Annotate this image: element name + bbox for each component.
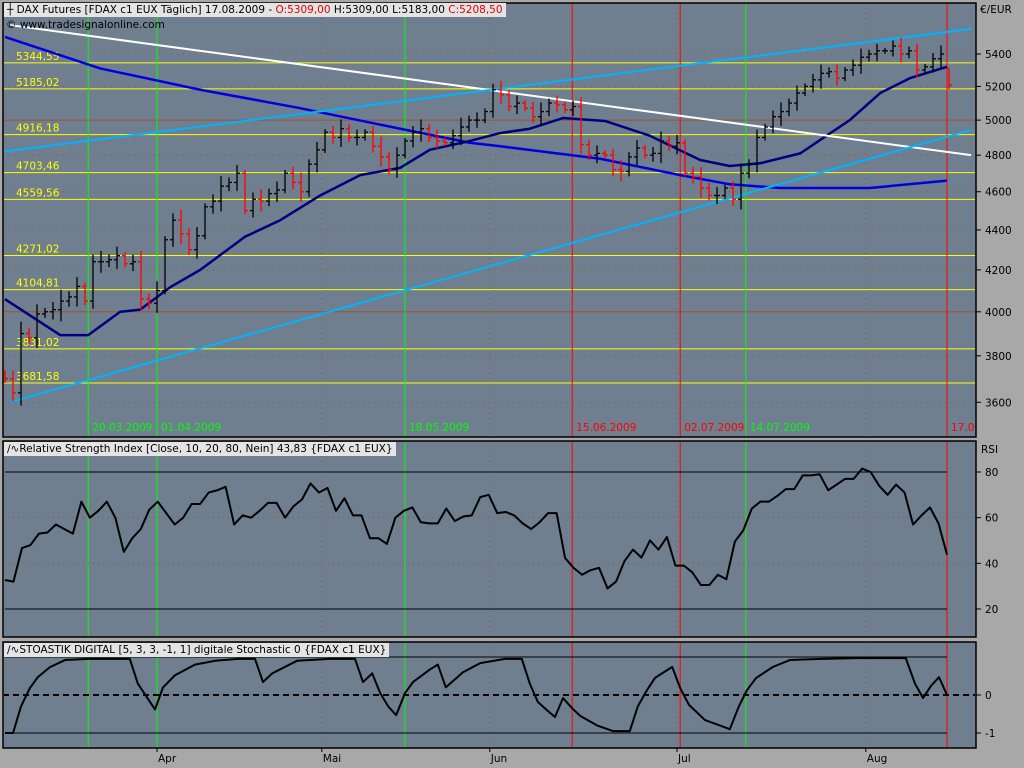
level-label: 4916,18	[16, 123, 59, 135]
legend-open: O:5309,00	[275, 4, 331, 16]
y-tick-label: 4200	[985, 265, 1012, 277]
stoch-legend: ∕∿STOASTIK DIGITAL [5, 3, 3, -1, 1] digi…	[4, 643, 390, 657]
price-legend: ┼ DAX Futures [FDAX c1 EUX Täglich] 17.0…	[4, 3, 506, 17]
y-tick-label: 4400	[985, 225, 1012, 237]
y-tick-label: 3600	[985, 397, 1012, 409]
event-date-label: 20.03.2009	[92, 422, 152, 434]
legend-prefix: DAX Futures [FDAX c1 EUX Täglich] 17.08.…	[16, 4, 276, 16]
panel-rsi	[2, 440, 977, 638]
month-label: Aug	[867, 753, 888, 765]
rsi-tick-label: 20	[985, 604, 998, 616]
level-label: 4559,56	[16, 187, 60, 199]
rsi-legend-text: Relative Strength Index [Close, 10, 20, …	[19, 443, 393, 455]
month-label: Jun	[490, 753, 507, 765]
level-label: 4703,46	[16, 161, 60, 173]
crosshair-icon: ┼	[7, 4, 14, 16]
event-date-label: 17.08.2009	[951, 422, 1011, 434]
rsi-legend: ∕∿Relative Strength Index [Close, 10, 20…	[4, 442, 396, 456]
y-tick-label: 4600	[985, 187, 1012, 199]
month-label: Apr	[158, 753, 177, 765]
y-tick-label: 5200	[985, 81, 1012, 93]
legend-close: C:5208,50	[448, 4, 503, 16]
level-label: 3681,58	[16, 371, 59, 383]
legend-high-low: H:5309,00 L:5183,00	[330, 4, 449, 16]
level-label: 4104,81	[16, 278, 59, 290]
rsi-axis-title: RSI	[981, 444, 998, 456]
y-tick-label: 4000	[985, 307, 1012, 319]
event-date-label: 02.07.2009	[684, 422, 744, 434]
y-tick-label: 5000	[985, 115, 1012, 127]
rsi-tick-label: 60	[985, 513, 998, 525]
event-date-label: 15.06.2009	[576, 422, 636, 434]
level-label: 5185,02	[16, 77, 59, 89]
rsi-tick-label: 40	[985, 558, 998, 570]
level-label: 4271,02	[16, 243, 59, 255]
y-tick-label: 3800	[985, 351, 1012, 363]
stoch-legend-text: STOASTIK DIGITAL [5, 3, 3, -1, 1] digita…	[19, 644, 387, 656]
watermark: © www.tradesignalonline.com	[6, 19, 165, 31]
month-label: Jul	[677, 753, 691, 765]
stoch-tick-label: 0	[985, 690, 992, 702]
level-label: 3831,02	[16, 337, 59, 349]
indicator-icon: ∕∿	[7, 443, 20, 455]
rsi-tick-label: 80	[985, 467, 998, 479]
indicator-icon: ∕∿	[7, 644, 20, 656]
y-axis-unit: €/EUR	[980, 4, 1012, 16]
event-date-label: 18.05.2009	[409, 422, 469, 434]
event-date-label: 14.07.2009	[750, 422, 810, 434]
stoch-tick-label: -1	[985, 728, 995, 740]
month-label: Mai	[323, 753, 341, 765]
y-tick-label: 5400	[985, 49, 1012, 61]
event-date-label: 01.04.2009	[161, 422, 221, 434]
y-tick-label: 4800	[985, 150, 1012, 162]
